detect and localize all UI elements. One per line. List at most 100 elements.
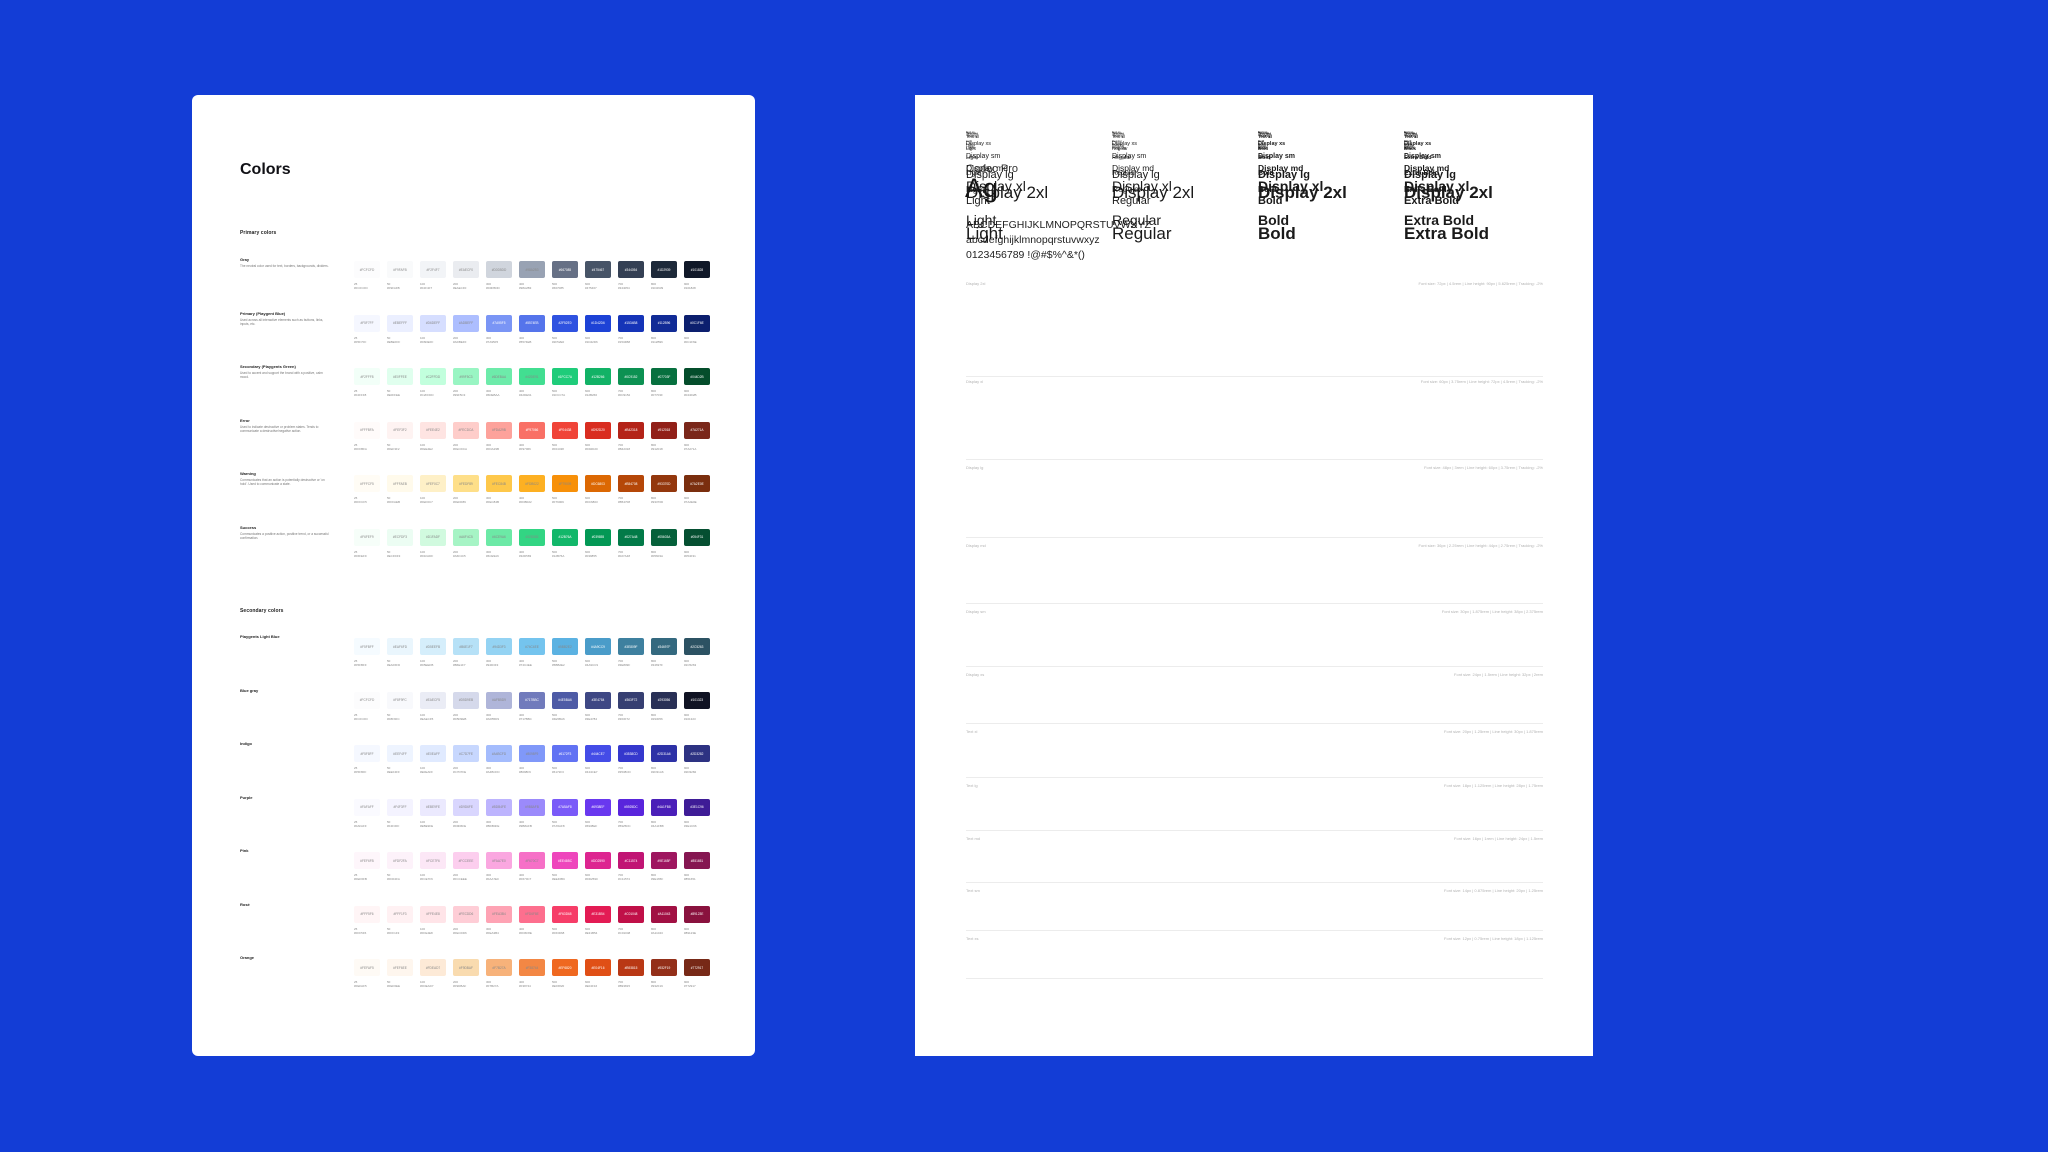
color-chip: #7A271A (684, 421, 710, 439)
color-chip: #F6FEF9 (354, 528, 380, 546)
color-swatch: #6938EF 600 #6938EF (585, 798, 611, 828)
color-row-name: Primary (Playgent Blue) (240, 310, 286, 316)
color-caption: 200 #FEDF89 (453, 496, 479, 504)
color-chip: #FEF3F2 (387, 421, 413, 439)
color-caption: 300 #94D3F3 (486, 659, 512, 667)
color-caption: 25 #FEF6FB (354, 873, 380, 881)
hex-code: #8098F9 (519, 770, 531, 774)
color-swatch: #7A271A 900 #7A271A (684, 421, 710, 451)
color-caption: 700 #0C9152 (618, 389, 644, 397)
type-style-label: Display xs (966, 672, 985, 677)
type-style-label: Text xs (966, 936, 979, 941)
hex-code: #FEF6FB (354, 877, 367, 881)
color-chip: #5BB2E2 (552, 638, 578, 655)
color-row: Primary (Playgent Blue) Used across all i… (240, 311, 710, 355)
color-chip: #42DE91 (519, 368, 545, 385)
hex-code: #FCFCFD (354, 286, 368, 290)
color-caption: 900 #101323 (684, 713, 710, 721)
color-caption: 700 #B54708 (618, 496, 644, 504)
hex-code: #363F72 (618, 716, 630, 721)
row-divider (966, 978, 1543, 979)
hex-code: #F6FEF9 (354, 553, 367, 558)
color-caption: 200 #EAECF0 (453, 282, 479, 290)
color-swatch: #05603A 800 #05603A (651, 528, 677, 558)
color-swatch: #FFFCF5 25 #FFFCF5 (354, 475, 380, 504)
color-caption: 25 #FEFAF5 (354, 980, 380, 988)
hex-code: #FEF3F2 (387, 446, 400, 451)
color-chip: #851651 (684, 852, 710, 869)
hex-code: #FCE7F6 (420, 877, 433, 881)
color-caption: 500 #F04438 (552, 443, 578, 451)
row-divider (966, 459, 1543, 460)
hex-code: #FEDF89 (453, 500, 466, 504)
hex-code: #FCCEEE (453, 877, 467, 881)
color-caption: 25 #F2FFF8 (354, 389, 380, 397)
hex-code: #D92D20 (585, 446, 598, 451)
color-chip: #93370D (651, 475, 677, 492)
color-chip: #E04F16 (585, 959, 611, 976)
color-swatch: #AFB5D9 300 #AFB5D9 (486, 691, 512, 721)
color-chip: #A6F4C5 (453, 528, 479, 546)
hex-code: #344054 (618, 286, 630, 290)
color-swatch: #E04F16 600 #E04F16 (585, 959, 611, 988)
color-chip: #9E165F (651, 852, 677, 869)
color-swatch: #98A2B3 400 #98A2B3 (519, 261, 545, 290)
hex-code: #05603A (651, 553, 664, 558)
color-chip: #32D583 (519, 528, 545, 546)
color-caption: 100 #EAECF5 (420, 713, 446, 721)
color-caption: 400 #F38744 (519, 980, 545, 988)
hex-code: #6172F3 (552, 770, 564, 774)
color-swatch: #027A48 700 #027A48 (618, 528, 644, 558)
hex-code: #12B266 (585, 393, 598, 397)
color-caption: 200 #D5D9EB (453, 713, 479, 721)
color-caption: 200 #FECDD6 (453, 927, 479, 935)
hex-code: #851651 (684, 877, 696, 881)
color-swatch: #FEF0C7 100 #FEF0C7 (420, 475, 446, 504)
typography-panel: Codec Pro Ag ABCDEFGHIJKLMNOPQRSTUVWXYZ … (915, 95, 1593, 1056)
color-swatch: #FFE4E8 100 #FFE4E8 (420, 905, 446, 935)
color-caption: 100 #FCE7F6 (420, 873, 446, 881)
color-chip: #101828 (684, 261, 710, 278)
row-divider (966, 666, 1543, 667)
color-caption: 25 #FFF5F6 (354, 927, 380, 935)
type-sample-weight: Extra Bold (1404, 154, 1432, 161)
color-swatch: #2F52E0 500 #2F52E0 (552, 314, 578, 344)
color-caption: 900 #7A271A (684, 443, 710, 451)
hex-code: #5BB2E2 (552, 663, 565, 667)
type-sample-name: Text xs (966, 130, 975, 135)
hex-code: #A4BCFD (486, 770, 500, 774)
color-swatch: #C01048 700 #C01048 (618, 905, 644, 935)
color-chip: #D5D9EB (453, 691, 479, 709)
hex-code: #FEE4E2 (420, 446, 433, 451)
color-chip: #FEC84B (486, 475, 512, 492)
color-chip: #1FCC7A (552, 368, 578, 385)
color-caption: 300 #D0D5DD (486, 282, 512, 290)
color-caption: 50 #FFF1F3 (387, 927, 413, 935)
color-chip: #932F19 (651, 959, 677, 976)
hex-code: #EAECF5 (420, 716, 434, 721)
color-caption: 100 #F2F4F7 (420, 282, 446, 290)
color-caption: 50 #EAF6FD (387, 659, 413, 667)
hex-code: #F4F3FF (387, 823, 400, 828)
color-chip: #FDEAD7 (420, 959, 446, 976)
color-swatch: #FCFCFD 25 #FCFCFD (354, 261, 380, 290)
type-style-spec: Font size: 20px | 1.25rem | Line height:… (1444, 729, 1543, 734)
color-caption: 800 #05603A (651, 550, 677, 558)
hex-code: #293056 (651, 716, 663, 721)
hex-code: #F9FAFB (387, 286, 400, 290)
type-sample-weight: Extra Bold (1404, 184, 1447, 195)
color-chip: #D9D6FE (453, 798, 479, 816)
type-scale-row: Text sm Font size: 14px | 0.875rem | Line… (966, 131, 1543, 936)
color-caption: 700 #3538CD (618, 766, 644, 774)
color-chip: #112B96 (651, 314, 677, 332)
type-sample-weight: Extra Bold (1404, 194, 1460, 207)
color-chip: #FEA3B4 (486, 905, 512, 923)
color-chip: #101323 (684, 691, 710, 709)
hex-code: #F8F9FC (387, 716, 400, 721)
color-chip: #FFE4E8 (420, 905, 446, 923)
color-caption: 700 #C01048 (618, 927, 644, 935)
color-chip: #94D3F3 (486, 638, 512, 655)
color-chip: #D5EEFB (420, 638, 446, 655)
color-caption: 50 #FFFAEB (387, 496, 413, 504)
type-style-label: Display lg (966, 465, 984, 470)
